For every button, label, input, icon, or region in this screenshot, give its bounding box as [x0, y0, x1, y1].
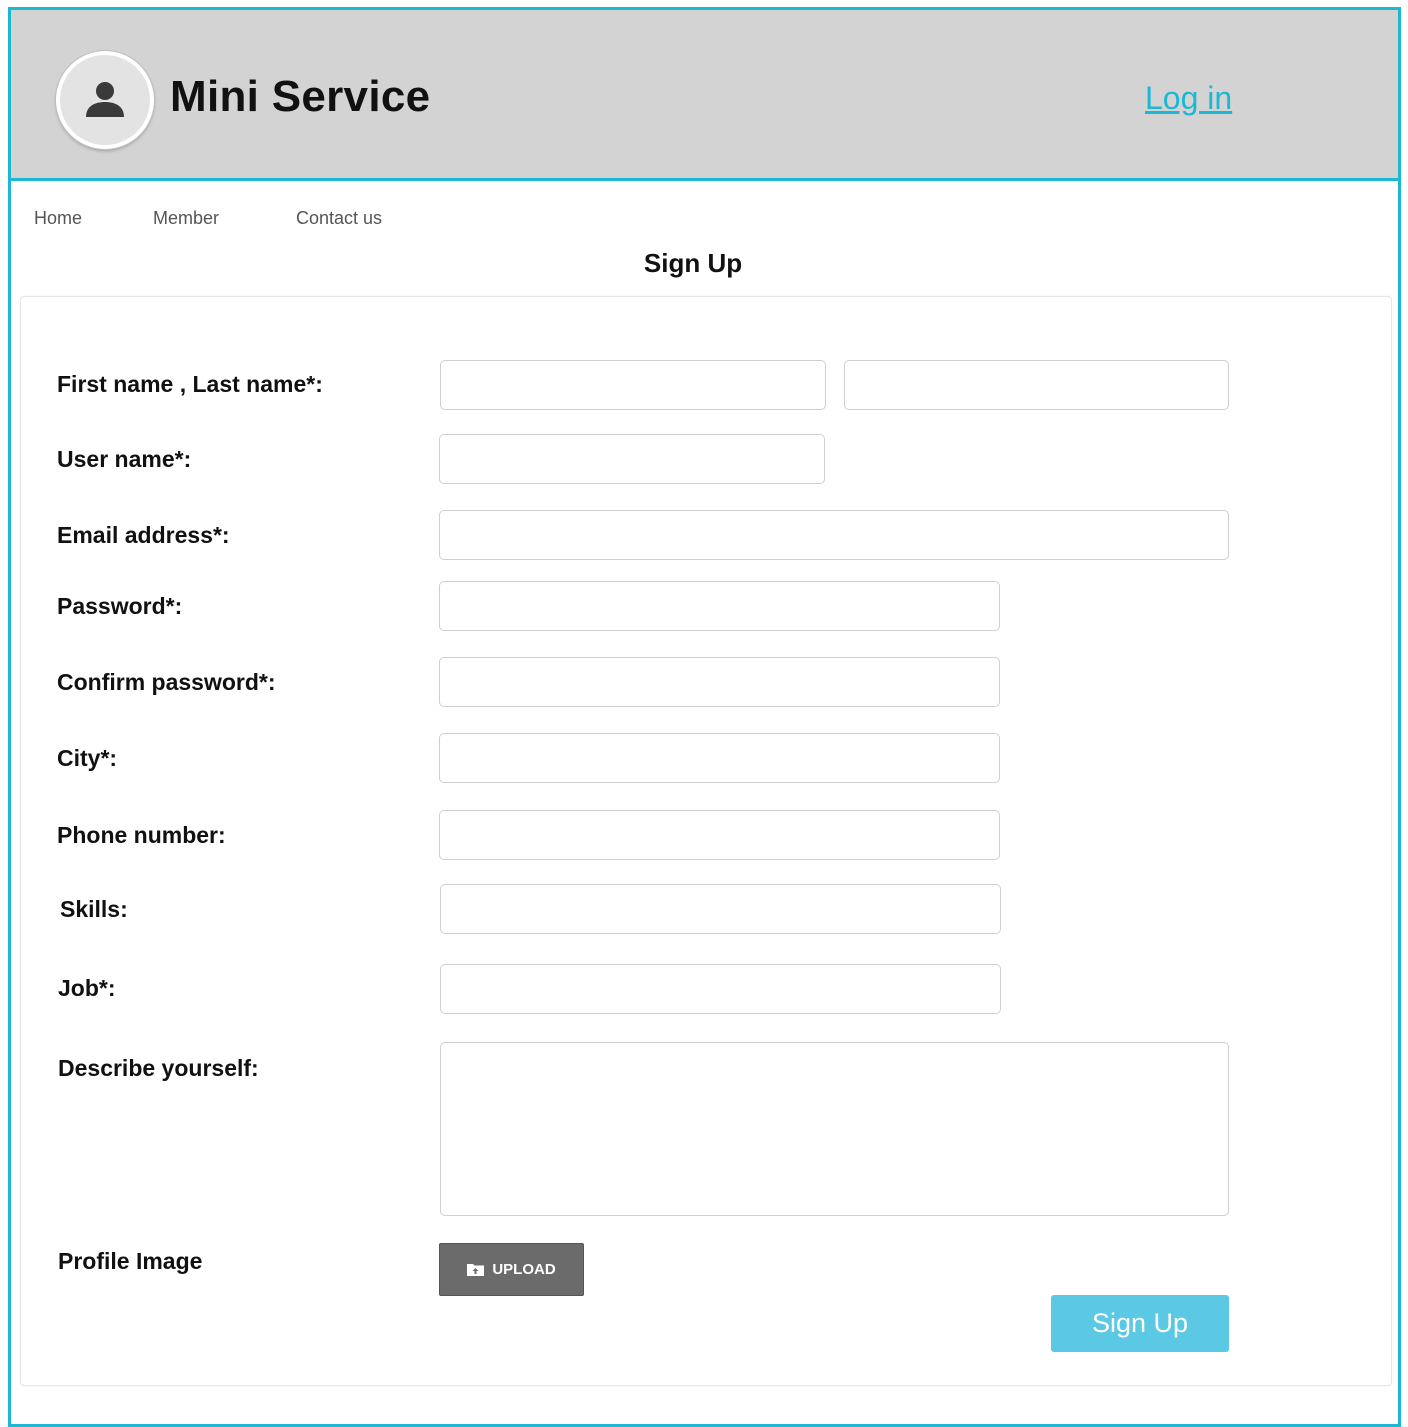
confirm-password-label: Confirm password*: — [57, 669, 276, 695]
job-input[interactable] — [440, 964, 1001, 1014]
phone-label: Phone number: — [57, 822, 226, 848]
nav-item-member[interactable]: Member — [153, 208, 219, 229]
skills-label: Skills: — [60, 896, 128, 922]
city-label: City*: — [57, 745, 118, 771]
name-label: First name , Last name*: — [57, 371, 323, 397]
nav-item-home[interactable]: Home — [34, 208, 82, 229]
username-label: User name*: — [57, 446, 192, 472]
first-name-input[interactable] — [440, 360, 826, 410]
brand-title: Mini Service — [170, 72, 431, 121]
nav-item-contact[interactable]: Contact us — [296, 208, 382, 229]
email-label: Email address*: — [57, 522, 230, 548]
phone-input[interactable] — [439, 810, 1000, 860]
describe-textarea[interactable] — [440, 1042, 1229, 1216]
profile-image-label: Profile Image — [58, 1248, 203, 1274]
skills-input[interactable] — [440, 884, 1001, 934]
site-header: Mini Service Log in — [11, 10, 1398, 181]
last-name-input[interactable] — [844, 360, 1229, 410]
login-link[interactable]: Log in — [1145, 80, 1232, 117]
describe-label: Describe yourself: — [58, 1055, 259, 1081]
city-input[interactable] — [439, 733, 1000, 783]
job-label: Job*: — [58, 975, 116, 1001]
upload-label: UPLOAD — [492, 1261, 556, 1278]
user-icon — [86, 82, 124, 117]
confirm-password-input[interactable] — [439, 657, 1000, 707]
username-input[interactable] — [439, 434, 825, 484]
email-input[interactable] — [439, 510, 1229, 560]
folder-upload-icon — [467, 1264, 485, 1276]
upload-button[interactable]: UPLOAD — [439, 1243, 584, 1296]
password-label: Password*: — [57, 593, 183, 619]
password-input[interactable] — [439, 581, 1000, 631]
signup-submit-button[interactable]: Sign Up — [1051, 1295, 1229, 1352]
avatar[interactable] — [56, 51, 154, 149]
page-title: Sign Up — [643, 248, 743, 278]
